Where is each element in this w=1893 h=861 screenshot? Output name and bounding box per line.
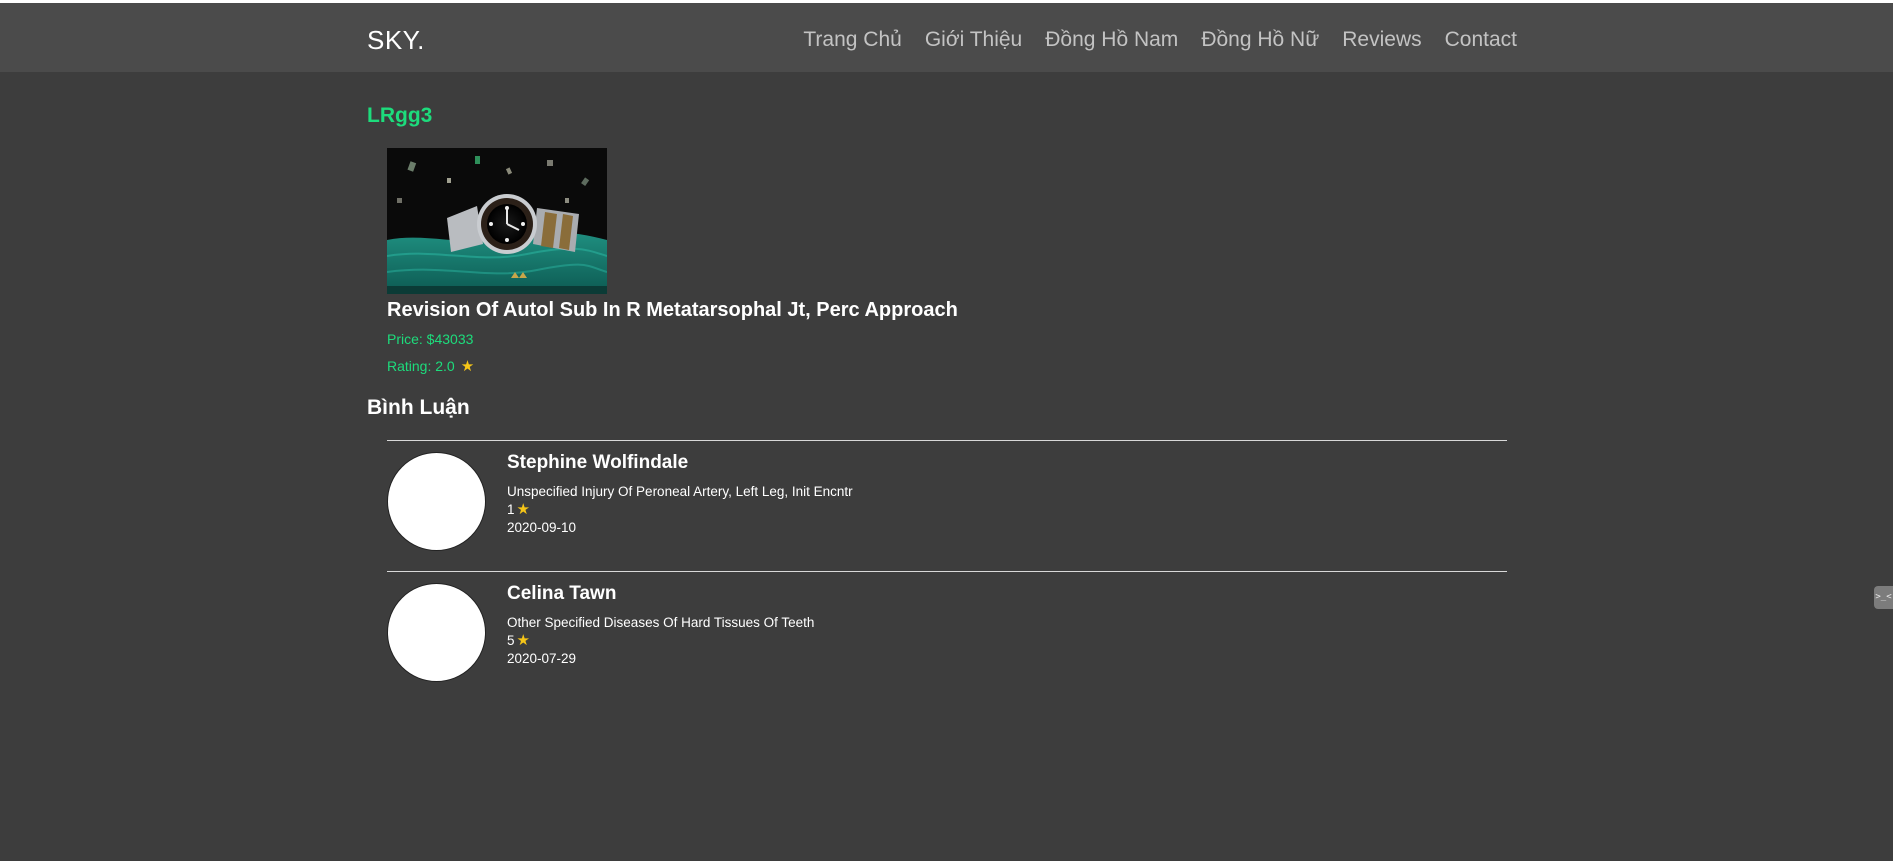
navbar: SKY. Trang Chủ Giới Thiệu Đồng Hồ Nam Đồ… bbox=[0, 3, 1893, 72]
nav-item-reviews: Reviews bbox=[1342, 26, 1421, 54]
comment-item: Stephine Wolfindale Unspecified Injury O… bbox=[387, 440, 1507, 571]
nav-link-contact[interactable]: Contact bbox=[1445, 28, 1517, 51]
watch-photo-icon bbox=[387, 148, 607, 294]
comment-author: Stephine Wolfindale bbox=[507, 452, 689, 473]
nav-item-home: Trang Chủ bbox=[803, 26, 901, 54]
comment-text: Other Specified Diseases Of Hard Tissues… bbox=[507, 615, 815, 630]
product-rating: Rating: 2.0 ★ bbox=[387, 358, 474, 374]
comment-author: Celina Tawn bbox=[507, 583, 617, 604]
terminal-icon[interactable]: >_< bbox=[1874, 586, 1893, 609]
nav-link-men-watches[interactable]: Đồng Hồ Nam bbox=[1045, 28, 1178, 51]
comment-text: Unspecified Injury Of Peroneal Artery, L… bbox=[507, 484, 853, 499]
comments-title: Bình Luận bbox=[367, 396, 470, 419]
comment-rating-value: 1 bbox=[507, 502, 515, 517]
star-icon: ★ bbox=[516, 632, 530, 649]
comment-rating: 1 ★ bbox=[507, 502, 530, 517]
product-name: Revision Of Autol Sub In R Metatarsophal… bbox=[387, 299, 958, 321]
main-nav: Trang Chủ Giới Thiệu Đồng Hồ Nam Đồng Hồ… bbox=[803, 26, 1517, 54]
nav-item-about: Giới Thiệu bbox=[925, 26, 1022, 54]
nav-link-reviews[interactable]: Reviews bbox=[1342, 28, 1421, 51]
nav-link-women-watches[interactable]: Đồng Hồ Nữ bbox=[1201, 28, 1319, 51]
star-icon: ★ bbox=[516, 501, 530, 518]
comment-item: Celina Tawn Other Specified Diseases Of … bbox=[387, 571, 1507, 702]
nav-link-home[interactable]: Trang Chủ bbox=[803, 28, 901, 51]
product-rating-value: Rating: 2.0 bbox=[387, 358, 455, 374]
product-code: LRgg3 bbox=[367, 104, 433, 127]
nav-link-about[interactable]: Giới Thiệu bbox=[925, 28, 1022, 51]
comment-date: 2020-07-29 bbox=[507, 651, 577, 666]
nav-item-men-watches: Đồng Hồ Nam bbox=[1045, 26, 1178, 54]
nav-item-contact: Contact bbox=[1445, 26, 1517, 54]
avatar bbox=[387, 583, 486, 682]
nav-item-women-watches: Đồng Hồ Nữ bbox=[1201, 26, 1319, 54]
product-price: Price: $43033 bbox=[387, 331, 474, 347]
comment-rating-value: 5 bbox=[507, 633, 515, 648]
comment-rating: 5 ★ bbox=[507, 633, 530, 648]
product-image bbox=[387, 148, 607, 294]
brand-logo[interactable]: SKY. bbox=[367, 24, 425, 56]
comments-list: Stephine Wolfindale Unspecified Injury O… bbox=[387, 440, 1507, 702]
comment-date: 2020-09-10 bbox=[507, 520, 577, 535]
avatar bbox=[387, 452, 486, 551]
star-icon: ★ bbox=[460, 357, 475, 375]
